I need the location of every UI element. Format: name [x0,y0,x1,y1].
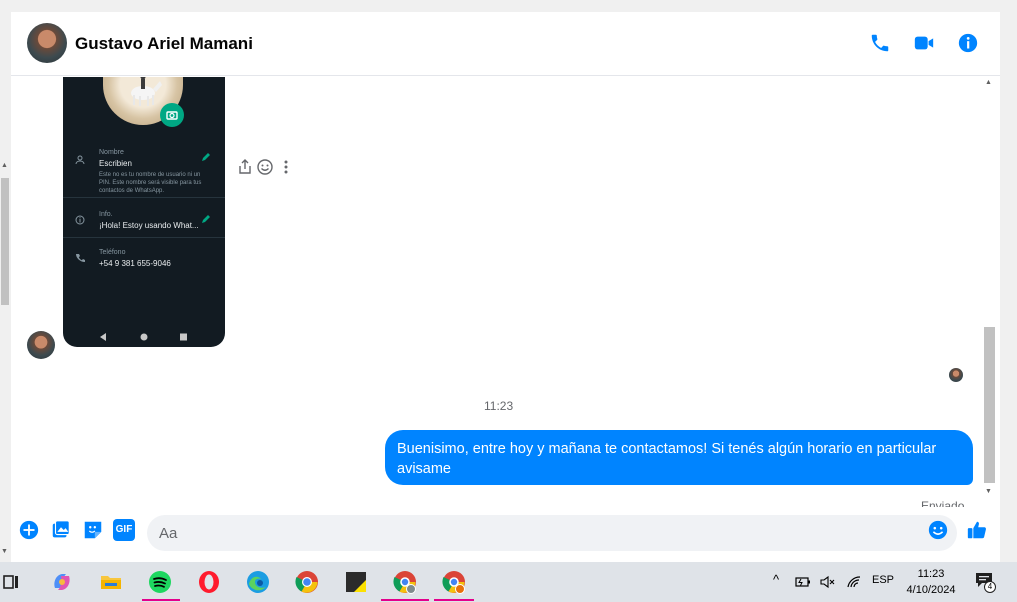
message-composer: GIF [11,507,1000,562]
system-clock[interactable]: 11:23 4/10/2024 [900,566,962,598]
active-indicator [434,599,474,601]
info-icon[interactable] [957,32,979,54]
telefono-value: +54 9 381 655-9046 [99,259,171,268]
info-outline-icon [75,215,85,225]
copilot-icon[interactable] [50,570,74,594]
seen-indicator-avatar [949,368,963,382]
share-icon[interactable] [237,159,253,175]
clock-time: 11:23 [917,568,945,580]
scroll-down-arrow-icon[interactable]: ▼ [1,548,8,555]
gif-icon[interactable]: GIF [113,519,135,541]
file-explorer-icon[interactable] [99,570,123,594]
spotify-icon[interactable] [148,570,172,594]
browser-top-strip [0,0,1017,12]
phone-icon[interactable] [869,32,891,54]
contact-avatar[interactable] [27,23,67,63]
chrome-profile-icon[interactable] [442,570,466,594]
nombre-help: Este no es tu nombre de usuario ni un PI… [99,172,202,194]
wifi-icon[interactable] [846,575,862,589]
camera-icon [160,103,184,127]
sticky-notes-icon[interactable] [344,570,368,594]
person-icon [75,155,85,165]
active-indicator [142,599,180,601]
telefono-label: Teléfono [99,249,126,256]
edge-icon[interactable] [246,570,270,594]
task-view-icon[interactable] [0,570,24,594]
contact-name[interactable]: Gustavo Ariel Mamani [75,34,253,54]
delivery-status: Enviado [921,499,965,507]
outgoing-message-bubble[interactable]: Buenisimo, entre hoy y mañana te contact… [385,430,973,485]
info-value: ¡Hola! Estoy usando What... [99,221,199,230]
windows-taskbar: ^ ESP 11:23 4/10/2024 4 [0,562,1017,602]
chrome-icon[interactable] [295,570,319,594]
divider [63,237,225,238]
scroll-down-arrow-icon[interactable]: ▼ [985,488,992,495]
info-label: Info. [99,211,113,218]
shared-image-whatsapp-profile[interactable]: Nombre Escribien Este no es tu nombre de… [63,77,225,347]
back-icon [100,333,106,341]
recents-icon [180,333,187,341]
page-scrollbar[interactable]: ▲ ▼ [0,0,10,562]
message-input[interactable] [147,515,957,551]
conversation-header: Gustavo Ariel Mamani [11,12,1000,76]
messenger-window: Gustavo Ariel Mamani Nombre Escribien Es… [11,12,1000,562]
plus-icon[interactable] [18,519,40,541]
like-icon[interactable] [966,519,988,541]
message-list[interactable]: Nombre Escribien Este no es tu nombre de… [11,77,1000,507]
more-options-icon[interactable] [278,159,294,175]
clock-date: 4/10/2024 [906,584,956,596]
video-camera-icon[interactable] [913,32,935,54]
show-hidden-icons-icon[interactable]: ^ [773,572,779,587]
chat-scrollbar[interactable]: ▲ ▼ [982,77,996,507]
sticker-icon[interactable] [82,519,104,541]
emoji-icon[interactable] [927,519,949,541]
react-emoji-icon[interactable] [257,159,274,175]
home-icon [140,333,148,341]
opera-icon[interactable] [197,570,221,594]
pencil-icon [202,215,210,223]
scroll-up-arrow-icon[interactable]: ▲ [1,162,8,169]
gallery-icon[interactable] [50,519,72,541]
notifications-icon[interactable]: 4 [975,572,996,593]
language-indicator[interactable]: ESP [872,574,894,586]
message-actions [237,159,294,180]
sender-avatar[interactable] [27,331,55,359]
notification-count: 4 [984,581,996,593]
nombre-value: Escribien [99,159,132,168]
battery-icon[interactable] [795,575,811,589]
android-nav-bar [100,333,187,341]
nombre-label: Nombre [99,149,124,156]
active-indicator [381,599,429,601]
divider [63,197,225,198]
chat-scrollbar-thumb[interactable] [984,327,995,483]
message-timestamp: 11:23 [484,399,514,413]
phone-outline-icon [76,254,85,262]
horse-rider-image [131,77,162,106]
page-scrollbar-thumb[interactable] [1,178,9,305]
scroll-up-arrow-icon[interactable]: ▲ [985,79,992,86]
pencil-icon [202,153,210,161]
chrome-profile-icon[interactable] [393,570,417,594]
volume-muted-icon[interactable] [820,575,836,589]
